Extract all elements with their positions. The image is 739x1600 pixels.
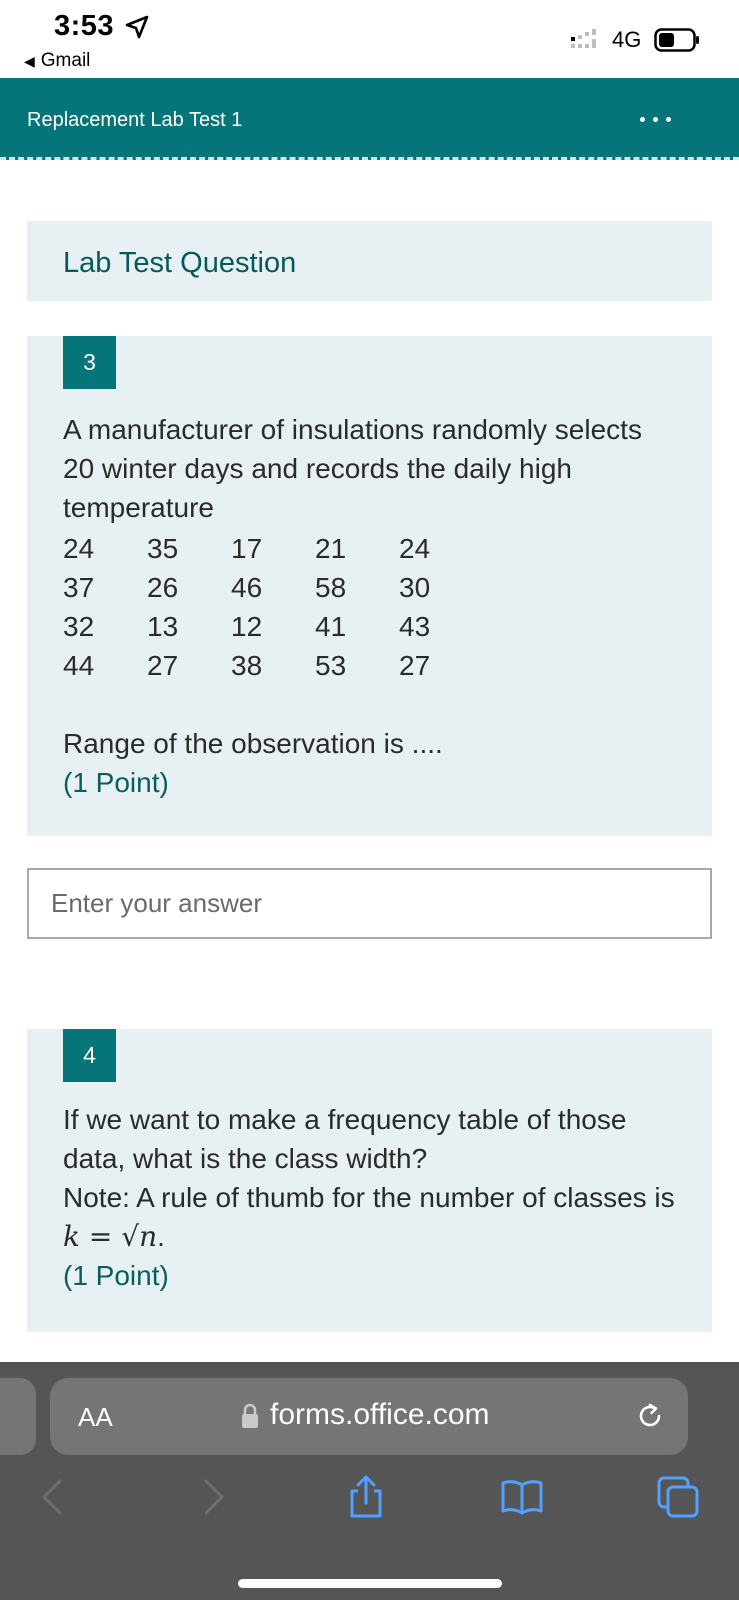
table-cell: 12 — [231, 611, 263, 642]
question-points: (1 Point) — [63, 767, 169, 798]
browser-toolbar: AA forms.office.com — [0, 1362, 739, 1600]
text-size-button[interactable]: AA — [78, 1402, 113, 1433]
table-row: 44 27 38 53 27 — [63, 646, 483, 685]
table-row: 37 26 46 58 30 — [63, 568, 483, 607]
section-header: Lab Test Question — [27, 221, 712, 301]
clock: 3:53 — [54, 10, 115, 42]
question-card-3: 3 A manufacturer of insulations randomly… — [27, 336, 712, 836]
table-cell: 37 — [63, 572, 95, 603]
status-bar: 3:53 ◀ Gmail 4G — [0, 0, 739, 78]
question-prompt: Range of the observation is .... — [63, 728, 443, 759]
table-cell: 32 — [63, 611, 95, 642]
bookmarks-icon[interactable] — [500, 1475, 544, 1519]
table-cell: 17 — [231, 533, 263, 564]
lock-icon — [242, 1403, 258, 1428]
question-card-4: 4 If we want to make a frequency table o… — [27, 1029, 712, 1332]
question-text: If we want to make a frequency table of … — [63, 1104, 627, 1174]
table-cell: 58 — [315, 572, 347, 603]
table-cell: 30 — [399, 572, 431, 603]
question-number: 3 — [63, 336, 116, 389]
note-end: . — [157, 1221, 165, 1252]
note-text: Note: A rule of thumb for the number of … — [63, 1182, 675, 1213]
reload-icon[interactable] — [634, 1400, 666, 1432]
more-options-icon[interactable] — [632, 106, 680, 134]
signal-strength-icon — [571, 29, 596, 48]
network-type: 4G — [612, 27, 642, 52]
location-arrow-icon — [125, 15, 149, 39]
table-cell: 53 — [315, 650, 347, 681]
form-title: Replacement Lab Test 1 — [27, 109, 243, 131]
table-cell: 41 — [315, 611, 347, 642]
back-icon[interactable] — [32, 1475, 76, 1519]
table-cell: 24 — [399, 533, 431, 564]
question-text: A manufacturer of insulations randomly s… — [63, 414, 642, 523]
table-row: 24 35 17 21 24 — [63, 529, 483, 568]
home-indicator[interactable] — [238, 1579, 502, 1588]
table-cell: 43 — [399, 611, 431, 642]
forward-icon[interactable] — [190, 1475, 234, 1519]
table-cell: 27 — [147, 650, 179, 681]
table-cell: 13 — [147, 611, 179, 642]
question-number: 4 — [63, 1029, 116, 1082]
previous-tab-preview[interactable] — [0, 1378, 36, 1455]
tabs-icon[interactable] — [656, 1475, 700, 1519]
table-cell: 24 — [63, 533, 95, 564]
table-cell: 44 — [63, 650, 95, 681]
temperature-data-table: 24 35 17 21 24 37 26 46 58 30 32 13 12 4… — [63, 529, 483, 685]
form-header: Replacement Lab Test 1 — [0, 78, 739, 160]
question-note: Note: A rule of thumb for the number of … — [63, 1178, 676, 1256]
table-cell: 35 — [147, 533, 179, 564]
question-body: A manufacturer of insulations randomly s… — [63, 410, 676, 802]
share-icon[interactable] — [344, 1475, 388, 1519]
text-size-label: AA — [78, 1402, 113, 1432]
back-app-label: Gmail — [40, 50, 91, 71]
table-cell: 38 — [231, 650, 263, 681]
battery-icon — [654, 28, 699, 52]
formula: k = √n — [63, 1220, 158, 1253]
question-points: (1 Point) — [63, 1260, 169, 1291]
table-cell: 27 — [399, 650, 431, 681]
back-to-app-link[interactable]: ◀ Gmail — [24, 50, 90, 72]
table-cell: 46 — [231, 572, 263, 603]
table-cell: 21 — [315, 533, 347, 564]
section-title: Lab Test Question — [63, 247, 297, 279]
question-body: If we want to make a frequency table of … — [63, 1100, 676, 1295]
back-triangle-icon: ◀ — [24, 53, 35, 69]
table-cell: 26 — [147, 572, 179, 603]
answer-input[interactable] — [27, 868, 712, 939]
table-row: 32 13 12 41 43 — [63, 607, 483, 646]
address-bar[interactable]: AA forms.office.com — [50, 1378, 688, 1455]
url-text: forms.office.com — [270, 1398, 490, 1431]
